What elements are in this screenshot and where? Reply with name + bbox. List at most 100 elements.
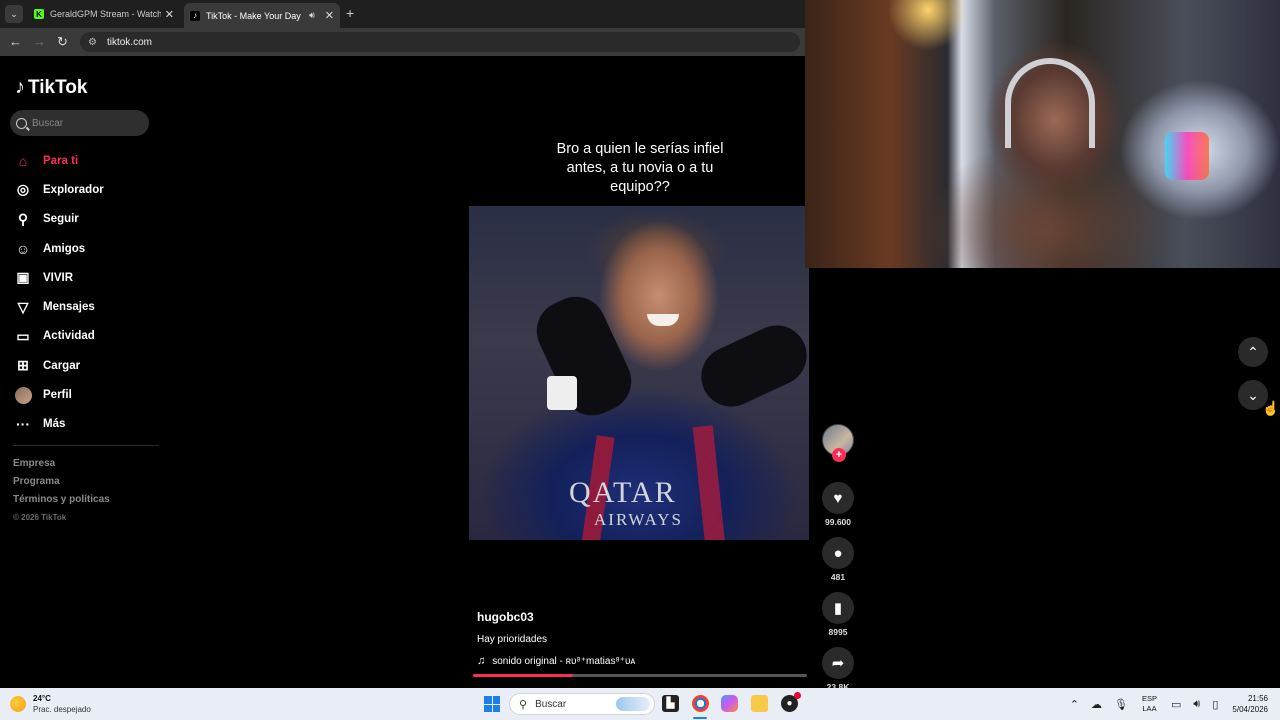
tab-tiktok[interactable]: ♪ TikTok - Make Your Day 🔊︎ ✕ [184, 3, 340, 28]
sidebar-item-vivir[interactable]: ▣ VIVIR [14, 263, 160, 292]
copilot-icon[interactable] [721, 695, 738, 712]
video-shape [547, 376, 577, 410]
new-tab-button[interactable]: + [346, 5, 354, 21]
sidebar-divider [13, 445, 159, 446]
kick-icon: K [34, 9, 44, 19]
share-icon[interactable]: ➦ [822, 647, 854, 679]
search-placeholder: Buscar [32, 117, 64, 129]
chevron-down-icon: ⌄ [1247, 386, 1259, 403]
bookmark-icon[interactable]: ▮ [822, 592, 854, 624]
sidebar-item-label: Amigos [43, 242, 86, 255]
volume-icon[interactable]: 🔊︎ [1193, 698, 1200, 711]
search-icon [16, 117, 27, 129]
comment-icon[interactable]: ● [822, 537, 854, 569]
sidebar-item-explorador[interactable]: ◎ Explorador [14, 175, 160, 204]
app-icon[interactable]: ● [781, 692, 801, 712]
sidebar-item-mensajes[interactable]: ▽ Mensajes [14, 292, 160, 321]
search-input[interactable]: Buscar [10, 110, 149, 136]
close-icon[interactable]: ✕ [325, 9, 334, 22]
chevron-up-icon[interactable]: ⌃ [1070, 698, 1079, 711]
date: 5/04/2026 [1232, 705, 1268, 714]
taskbar-search[interactable]: ⚲ Buscar [509, 693, 655, 715]
home-icon: ⌂ [18, 152, 28, 169]
tab-search-button[interactable]: ⌄ [5, 5, 23, 23]
screen: ⌄ K GeraldGPM Stream - Watch Live ✕ ♪ Ti… [0, 0, 1280, 720]
close-icon[interactable]: ✕ [165, 8, 174, 21]
sound-label: sonido original - ʀᴜ⁸⁺matias⁸⁺ᴜᴀ [492, 655, 636, 667]
reload-icon[interactable]: ↻ [57, 34, 68, 50]
like-action[interactable]: ♥ 99.600 [820, 482, 856, 529]
task-view-icon[interactable]: ▙ [662, 695, 679, 712]
sidebar-item-seguir[interactable]: ⚲ Seguir [14, 205, 160, 234]
file-explorer-icon[interactable] [751, 695, 768, 712]
copyright: © 2026 TikTok [13, 513, 67, 522]
sidebar-item-para-ti[interactable]: ⌂ Para ti [14, 146, 160, 175]
sidebar-item-actividad[interactable]: ▭ Actividad [14, 322, 160, 351]
address-bar[interactable]: ⚙ tiktok.com [80, 32, 800, 52]
chrome-icon[interactable] [692, 695, 709, 712]
upload-icon: ⊞ [17, 357, 29, 374]
follow-plus-icon[interactable]: + [832, 448, 846, 462]
lang-line-1: ESP [1141, 694, 1157, 703]
sidebar-item-mas[interactable]: ··· Más [14, 410, 160, 439]
speaker-icon[interactable]: 🔊︎ [309, 10, 315, 21]
cloud-icon[interactable]: ☁ [1091, 698, 1102, 711]
tab-kick-stream[interactable]: K GeraldGPM Stream - Watch Live ✕ [28, 3, 180, 25]
weather-temp: 24°C [33, 694, 51, 703]
footer-link-terminos[interactable]: Términos y políticas [13, 494, 110, 512]
video-caption-overlay: Bro a quien le serías infiel antes, a tu… [556, 141, 724, 195]
lang-line-2: LAA [1142, 704, 1157, 713]
avatar [14, 386, 32, 404]
share-action[interactable]: ➦ 23.8K [820, 647, 856, 694]
chevron-up-icon: ⌃ [1247, 343, 1259, 360]
sidebar-item-label: Más [43, 418, 66, 431]
compass-icon: ◎ [16, 181, 30, 198]
jersey-sponsor-text: AIRWAYS [594, 510, 683, 529]
language-indicator[interactable]: ESP LAA [1142, 694, 1157, 714]
creator-avatar[interactable]: + [822, 424, 854, 462]
notification-dot [794, 692, 801, 699]
display-icon[interactable]: ▭ [1171, 698, 1181, 711]
sidebar-item-label: Perfil [43, 389, 72, 402]
previous-video-button[interactable]: ⌃ [1238, 337, 1268, 367]
comment-count: 481 [830, 572, 846, 582]
tiktok-logo[interactable]: ♪ TikTok [15, 76, 87, 99]
footer-link-programa[interactable]: Programa [13, 476, 110, 494]
sidebar-item-cargar[interactable]: ⊞ Cargar [14, 351, 160, 380]
sidebar-item-label: Mensajes [43, 301, 95, 314]
site-info-icon[interactable]: ⚙ [88, 37, 97, 48]
sidebar-item-label: Cargar [43, 359, 81, 372]
comment-action[interactable]: ● 481 [820, 537, 856, 584]
video-progress-fill [473, 674, 574, 677]
weather-widget[interactable]: 24°C Prac. despejado [10, 693, 91, 715]
sidebar-nav: ⌂ Para ti ◎ Explorador ⚲ Seguir ☺ Amigos… [14, 146, 160, 439]
hand-cursor-icon: ☝ [1262, 400, 1280, 416]
video-shape [692, 425, 726, 540]
windows-start-icon[interactable] [484, 696, 500, 712]
save-action[interactable]: ▮ 8995 [820, 592, 856, 639]
sidebar-item-amigos[interactable]: ☺ Amigos [14, 234, 160, 263]
video-frame[interactable]: QATAR AIRWAYS [469, 206, 809, 540]
video-sound[interactable]: ♫ sonido original - ʀᴜ⁸⁺matias⁸⁺ᴜᴀ [477, 655, 635, 667]
tab-title: GeraldGPM Stream - Watch Live [50, 9, 161, 19]
microphone-icon[interactable]: 🎙︎ [1114, 698, 1128, 711]
video-shape [691, 315, 809, 417]
activity-icon: ▭ [16, 327, 30, 344]
tiktok-icon: ♪ [15, 76, 25, 98]
heart-icon[interactable]: ♥ [822, 482, 854, 514]
back-arrow-icon[interactable]: ← [9, 34, 22, 49]
battery-icon[interactable]: ▯ [1212, 698, 1218, 711]
music-note-icon: ♫ [477, 655, 486, 667]
sidebar-item-perfil[interactable]: Perfil [14, 380, 160, 409]
footer-link-empresa[interactable]: Empresa [13, 458, 110, 476]
video-progress-bar[interactable] [473, 674, 807, 677]
url-text: tiktok.com [106, 36, 152, 48]
jersey-sponsor-text: QATAR [569, 476, 677, 509]
video-author[interactable]: hugobc03 [477, 610, 534, 624]
system-tray: ⌃ ☁ 🎙︎ ESP LAA ▭ 🔊︎ ▯ 21:56 5/04/2026 [1064, 693, 1268, 715]
save-count: 8995 [828, 627, 848, 637]
send-icon: ▽ [17, 298, 29, 315]
clock[interactable]: 21:56 5/04/2026 [1232, 693, 1268, 715]
sidebar-item-label: Actividad [43, 330, 95, 343]
forward-arrow-icon[interactable]: → [33, 34, 46, 49]
